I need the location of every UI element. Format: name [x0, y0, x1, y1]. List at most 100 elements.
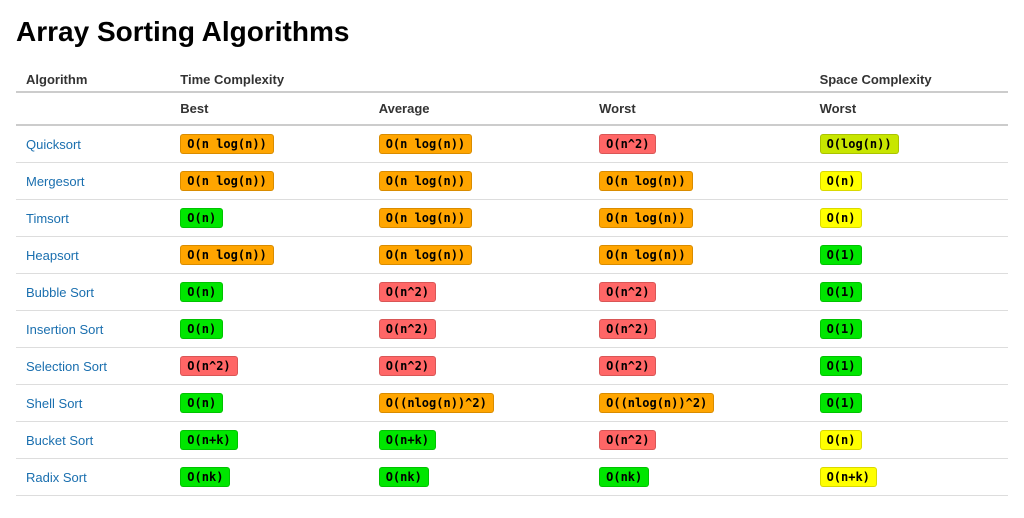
average-badge: O(n^2) [379, 319, 436, 339]
worst_tc-cell: O(n log(n)) [589, 163, 809, 200]
algorithm-name[interactable]: Heapsort [16, 237, 170, 274]
average-badge: O(n log(n)) [379, 245, 472, 265]
sub-column-header: Best Average Worst Worst [16, 92, 1008, 125]
sorting-algorithms-table: Algorithm Time Complexity Space Complexi… [16, 64, 1008, 496]
algorithm-link[interactable]: Timsort [26, 211, 69, 226]
table-row: MergesortO(n log(n))O(n log(n))O(n log(n… [16, 163, 1008, 200]
worst_tc-cell: O((nlog(n))^2) [589, 385, 809, 422]
best-cell: O(n) [170, 385, 368, 422]
worst_sc-cell: O(n+k) [810, 459, 1008, 496]
worst_tc-badge: O(n^2) [599, 319, 656, 339]
best-cell: O(n^2) [170, 348, 368, 385]
worst_tc-badge: O((nlog(n))^2) [599, 393, 714, 413]
table-row: Insertion SortO(n)O(n^2)O(n^2)O(1) [16, 311, 1008, 348]
worst_tc-cell: O(n^2) [589, 311, 809, 348]
worst_tc-badge: O(n log(n)) [599, 245, 692, 265]
worst_sc-badge: O(n) [820, 208, 863, 228]
worst_sc-cell: O(n) [810, 200, 1008, 237]
worst_tc-cell: O(n log(n)) [589, 200, 809, 237]
worst_sc-badge: O(1) [820, 356, 863, 376]
average-badge: O(n log(n)) [379, 208, 472, 228]
best-badge: O(n) [180, 208, 223, 228]
best-badge: O(n log(n)) [180, 245, 273, 265]
table-row: Bucket SortO(n+k)O(n+k)O(n^2)O(n) [16, 422, 1008, 459]
algorithm-link[interactable]: Mergesort [26, 174, 85, 189]
worst_tc-cell: O(nk) [589, 459, 809, 496]
average-badge: O(n+k) [379, 430, 436, 450]
worst_tc-cell: O(n log(n)) [589, 237, 809, 274]
algorithm-link[interactable]: Bucket Sort [26, 433, 93, 448]
average-badge: O(nk) [379, 467, 429, 487]
worst_sc-cell: O(1) [810, 385, 1008, 422]
algorithm-name[interactable]: Mergesort [16, 163, 170, 200]
best-cell: O(n+k) [170, 422, 368, 459]
algorithm-link[interactable]: Selection Sort [26, 359, 107, 374]
best-cell: O(n) [170, 274, 368, 311]
algorithm-header: Algorithm [16, 64, 170, 92]
worst_tc-badge: O(n^2) [599, 134, 656, 154]
algorithm-name[interactable]: Insertion Sort [16, 311, 170, 348]
algorithm-name[interactable]: Radix Sort [16, 459, 170, 496]
worst_sc-cell: O(1) [810, 348, 1008, 385]
column-group-header: Algorithm Time Complexity Space Complexi… [16, 64, 1008, 92]
algorithm-link[interactable]: Insertion Sort [26, 322, 103, 337]
worst_sc-badge: O(1) [820, 282, 863, 302]
algorithm-link[interactable]: Shell Sort [26, 396, 82, 411]
algorithm-name[interactable]: Timsort [16, 200, 170, 237]
worst_sc-badge: O(1) [820, 393, 863, 413]
table-row: Shell Sort O(n) O((nlog(n))^2) O((nlog(n))^… [16, 385, 1008, 422]
best-badge: O(n+k) [180, 430, 237, 450]
average-cell: O(n^2) [369, 348, 589, 385]
worst_tc-badge: O(nk) [599, 467, 649, 487]
worst_sc-cell: O(log(n)) [810, 125, 1008, 163]
algorithm-name[interactable]: Bucket Sort [16, 422, 170, 459]
best-badge: O(nk) [180, 467, 230, 487]
average-badge: O(n log(n)) [379, 134, 472, 154]
table-row: Selection Sort O(n^2) O(n^2) O(n^2) O(1) [16, 348, 1008, 385]
best-badge: O(n) [180, 282, 223, 302]
algorithm-name[interactable]: Selection Sort [16, 348, 170, 385]
worst-sc-header: Worst [810, 92, 1008, 125]
worst_sc-cell: O(n) [810, 163, 1008, 200]
best-badge: O(n log(n)) [180, 134, 273, 154]
average-cell: O(n log(n)) [369, 163, 589, 200]
algorithm-link[interactable]: Heapsort [26, 248, 79, 263]
average-badge: O((nlog(n))^2) [379, 393, 494, 413]
worst_sc-cell: O(1) [810, 311, 1008, 348]
page-title: Array Sorting Algorithms [16, 16, 1008, 48]
best-badge: O(n) [180, 393, 223, 413]
best-cell: O(nk) [170, 459, 368, 496]
best-cell: O(n log(n)) [170, 163, 368, 200]
worst_sc-badge: O(1) [820, 245, 863, 265]
average-cell: O(n log(n)) [369, 237, 589, 274]
worst_tc-cell: O(n^2) [589, 348, 809, 385]
best-header: Best [170, 92, 368, 125]
best-cell: O(n log(n)) [170, 125, 368, 163]
algorithm-link[interactable]: Quicksort [26, 137, 81, 152]
average-cell: O(n^2) [369, 274, 589, 311]
algorithm-name[interactable]: Shell Sort [16, 385, 170, 422]
average-cell: O(n log(n)) [369, 125, 589, 163]
average-cell: O(n+k) [369, 422, 589, 459]
space-complexity-header: Space Complexity [810, 64, 1008, 92]
average-cell: O(nk) [369, 459, 589, 496]
worst_tc-cell: O(n^2) [589, 125, 809, 163]
worst_sc-cell: O(1) [810, 237, 1008, 274]
algorithm-link[interactable]: Radix Sort [26, 470, 87, 485]
algorithm-link[interactable]: Bubble Sort [26, 285, 94, 300]
worst_tc-badge: O(n^2) [599, 282, 656, 302]
worst_tc-cell: O(n^2) [589, 274, 809, 311]
best-cell: O(n) [170, 200, 368, 237]
algorithm-name[interactable]: Quicksort [16, 125, 170, 163]
best-badge: O(n^2) [180, 356, 237, 376]
worst_tc-badge: O(n^2) [599, 356, 656, 376]
worst_sc-badge: O(1) [820, 319, 863, 339]
worst_tc-badge: O(n log(n)) [599, 208, 692, 228]
average-badge: O(n^2) [379, 356, 436, 376]
worst_sc-badge: O(log(n)) [820, 134, 899, 154]
worst-tc-header: Worst [589, 92, 809, 125]
worst_sc-badge: O(n+k) [820, 467, 877, 487]
algorithm-name[interactable]: Bubble Sort [16, 274, 170, 311]
table-row: Heapsort O(n log(n)) O(n log(n)) O(n log(n)… [16, 237, 1008, 274]
worst_tc-badge: O(n^2) [599, 430, 656, 450]
